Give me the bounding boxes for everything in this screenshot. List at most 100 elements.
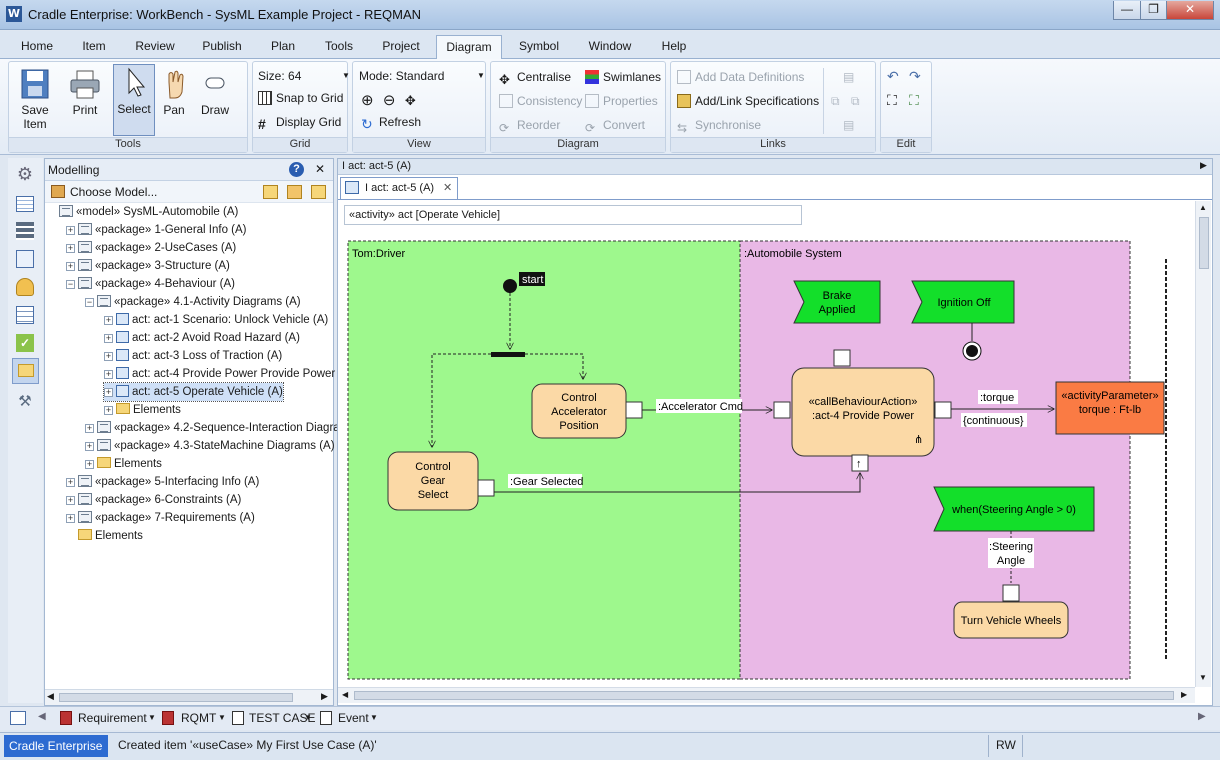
event-dropdown-icon[interactable]: ▼: [370, 713, 378, 722]
expand-toggle-icon[interactable]: +: [66, 262, 75, 271]
tree-item[interactable]: + «package» 6-Constraints (A): [66, 491, 241, 509]
status-app-name[interactable]: Cradle Enterprise: [4, 735, 108, 757]
activity-diagram-canvas[interactable]: Tom:Driver :Automobile System start Cont…: [338, 229, 1194, 685]
tree-item[interactable]: − «package» 4-Behaviour (A): [66, 275, 235, 293]
tab-window[interactable]: Window: [580, 35, 640, 59]
scroll-thumb[interactable]: [59, 693, 293, 702]
hscroll-right-icon[interactable]: ▶: [1181, 690, 1187, 699]
fork-bar[interactable]: [491, 352, 525, 357]
expand-toggle-icon[interactable]: +: [104, 406, 113, 415]
tree-item[interactable]: + act: act-3 Loss of Traction (A): [104, 347, 282, 365]
tab-item[interactable]: Item: [72, 35, 116, 59]
expand-toggle-icon[interactable]: −: [85, 298, 94, 307]
expand-toggle-icon[interactable]: +: [104, 316, 113, 325]
tab-publish[interactable]: Publish: [194, 35, 250, 59]
swimlanes-button[interactable]: Swimlanes: [585, 70, 661, 84]
vscroll-thumb[interactable]: [1199, 217, 1209, 269]
expand-toggle-icon[interactable]: +: [66, 244, 75, 253]
brake-input-pin[interactable]: [833, 349, 851, 367]
expand-toggle-icon[interactable]: +: [66, 226, 75, 235]
expand-toggle-icon[interactable]: +: [85, 442, 94, 451]
link-icon[interactable]: ⧉: [831, 94, 840, 109]
tools-icon[interactable]: ⚒: [16, 392, 34, 410]
expand-toggle-icon[interactable]: +: [66, 496, 75, 505]
tab-close-icon[interactable]: ✕: [443, 181, 452, 194]
tab-diagram[interactable]: Diagram: [436, 35, 502, 59]
panel-close-icon[interactable]: ✕: [315, 162, 325, 176]
diagram-header-field[interactable]: «activity» act [Operate Vehicle]: [344, 205, 802, 225]
draw-button[interactable]: Draw: [195, 68, 235, 117]
zoom-in-icon[interactable]: ⊕: [361, 92, 374, 109]
centralise-button[interactable]: ✥ Centralise: [499, 70, 571, 87]
reorder-button[interactable]: ⟳ Reorder: [499, 118, 560, 135]
tree-item[interactable]: + act: act-4 Provide Power Provide Power …: [104, 365, 354, 383]
checklist-icon[interactable]: ✓: [16, 334, 34, 352]
properties-button[interactable]: Properties: [585, 94, 658, 108]
test-case-dropdown-icon[interactable]: ▼: [304, 713, 312, 722]
document-icon[interactable]: ▤: [843, 70, 854, 84]
tree-item[interactable]: + act: act-1 Scenario: Unlock Vehicle (A): [104, 311, 328, 329]
settings-gear-icon[interactable]: ⚙: [14, 164, 36, 186]
document-2-icon[interactable]: ▤: [843, 118, 854, 132]
close-button[interactable]: ✕: [1166, 1, 1214, 20]
tab-help[interactable]: Help: [652, 35, 696, 59]
report-icon[interactable]: [16, 306, 34, 324]
expand-toggle-icon[interactable]: +: [104, 352, 113, 361]
refresh-button[interactable]: ↻ Refresh: [361, 115, 421, 131]
expand-toggle-icon[interactable]: +: [66, 514, 75, 523]
brake-applied-signal[interactable]: [793, 280, 881, 324]
tree-item[interactable]: Elements: [66, 527, 143, 545]
print-button[interactable]: Print: [63, 68, 107, 117]
maximize-button[interactable]: ❐: [1140, 1, 1167, 20]
add-data-definitions-button[interactable]: Add Data Definitions: [677, 70, 804, 84]
zoom-out-icon[interactable]: ⊖: [383, 92, 396, 109]
new-package-icon[interactable]: [263, 185, 278, 199]
scroll-up-icon[interactable]: ▲: [1199, 203, 1207, 212]
database-icon[interactable]: [16, 222, 34, 240]
link-remove-icon[interactable]: ⧉: [851, 94, 860, 109]
toolbar-right-arrow-icon[interactable]: ▶: [1198, 711, 1206, 722]
expand-toggle-icon[interactable]: +: [85, 424, 94, 433]
add-link-specifications-button[interactable]: Add/Link Specifications: [677, 94, 819, 108]
tree-item[interactable]: + «package» 4.2-Sequence-Interaction Diag…: [85, 419, 374, 437]
expand-toggle-icon[interactable]: +: [85, 460, 94, 469]
expand-toggle-icon[interactable]: +: [104, 388, 113, 397]
vertical-scrollbar[interactable]: ▲ ▼: [1195, 201, 1211, 687]
list-view-icon[interactable]: [16, 196, 34, 212]
tree-item[interactable]: + act: act-2 Avoid Road Hazard (A): [104, 329, 300, 347]
tab-home[interactable]: Home: [14, 35, 60, 59]
select-button[interactable]: Select: [113, 64, 155, 136]
initial-node[interactable]: [503, 279, 517, 293]
display-grid-button[interactable]: # Display Grid: [258, 115, 341, 132]
minimize-button[interactable]: —: [1113, 1, 1141, 20]
tree-item[interactable]: + «package» 4.3-StateMachine Diagrams (A): [85, 437, 335, 455]
toolbar-left-arrow-icon[interactable]: ◀: [38, 711, 46, 722]
tree-item[interactable]: + «package» 5-Interfacing Info (A): [66, 473, 259, 491]
acc-input-pin[interactable]: [773, 401, 791, 419]
undo-icon[interactable]: ↶: [887, 68, 899, 85]
rqmt-dropdown-icon[interactable]: ▼: [218, 713, 226, 722]
turn-input-pin[interactable]: [1002, 584, 1020, 602]
tree-item[interactable]: + Elements: [104, 401, 181, 419]
tree-item[interactable]: + «package» 3-Structure (A): [66, 257, 230, 275]
replace-icon[interactable]: ⛶: [909, 92, 919, 109]
scroll-right-icon[interactable]: ▶: [321, 691, 328, 702]
snap-to-grid-button[interactable]: Snap to Grid: [258, 91, 343, 105]
help-icon[interactable]: ?: [289, 162, 304, 177]
fit-icon[interactable]: ✥: [405, 93, 416, 108]
tab-symbol[interactable]: Symbol: [512, 35, 566, 59]
expand-toggle-icon[interactable]: +: [104, 370, 113, 379]
acc-output-pin[interactable]: [625, 401, 643, 419]
horizontal-scrollbar[interactable]: ◀ ▶: [338, 687, 1195, 703]
expand-toggle-icon[interactable]: +: [66, 478, 75, 487]
requirement-dropdown-icon[interactable]: ▼: [148, 713, 156, 722]
tree-item[interactable]: + act: act-5 Operate Vehicle (A): [103, 382, 284, 402]
convert-button[interactable]: ⟳ Convert: [585, 118, 645, 135]
tab-tools[interactable]: Tools: [316, 35, 362, 59]
tree-item[interactable]: + Elements: [85, 455, 162, 473]
scroll-down-icon[interactable]: ▼: [1199, 673, 1207, 682]
tab-review[interactable]: Review: [128, 35, 182, 59]
tab-plan[interactable]: Plan: [262, 35, 304, 59]
item-list-icon[interactable]: [10, 711, 26, 725]
tab-project[interactable]: Project: [374, 35, 428, 59]
